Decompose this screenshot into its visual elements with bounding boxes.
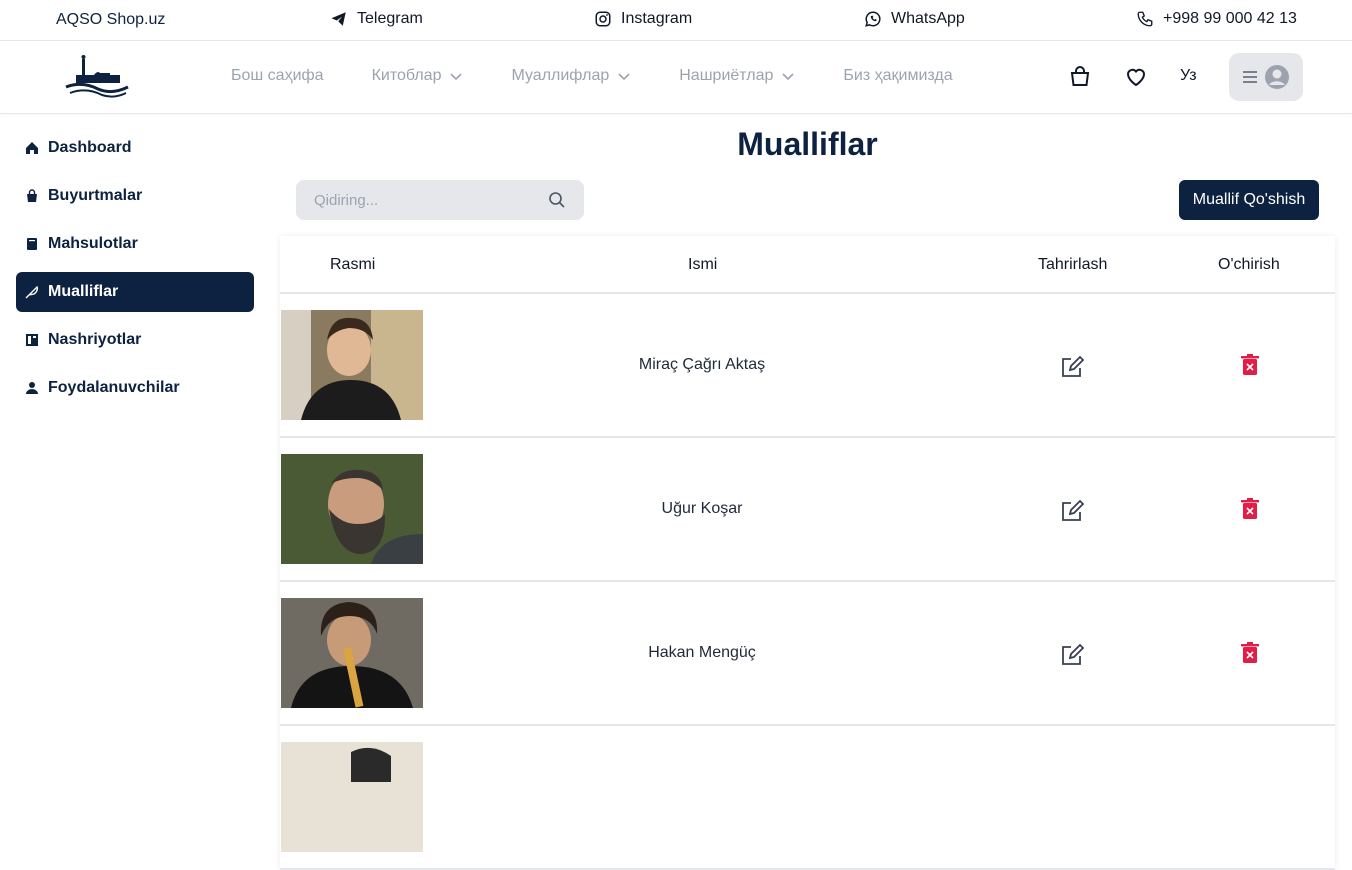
author-photo xyxy=(281,598,423,708)
telegram-link[interactable]: Telegram xyxy=(330,10,423,28)
sidebar-item-publishers[interactable]: Nashriyotlar xyxy=(16,320,254,360)
nav-home-label: Бош саҳифа xyxy=(231,67,324,84)
sidebar-item-label: Buyurtmalar xyxy=(48,187,143,204)
chevron-down-icon xyxy=(618,73,630,81)
edit-icon[interactable] xyxy=(1060,642,1086,668)
publisher-icon xyxy=(26,334,38,346)
avatar-icon xyxy=(1265,65,1289,89)
column-header-name: Ismi xyxy=(688,256,718,273)
nav-authors[interactable]: Муаллифлар xyxy=(511,67,631,85)
nav-home[interactable]: Бош саҳифа xyxy=(231,67,324,85)
instagram-link[interactable]: Instagram xyxy=(594,10,692,28)
edit-icon[interactable] xyxy=(1060,498,1086,524)
sidebar-item-label: Mualliflar xyxy=(48,283,119,300)
user-menu-button[interactable] xyxy=(1229,53,1303,101)
table-header: Rasmi Ismi Tahrirlash O'chirish xyxy=(280,236,1335,294)
phone-icon xyxy=(1137,11,1153,27)
nav-publishers-label: Нашриётлар xyxy=(679,67,774,84)
chevron-down-icon xyxy=(782,73,794,81)
main-nav: Бош саҳифа Китоблар Муаллифлар Нашриётла… xyxy=(231,67,1001,85)
user-icon xyxy=(26,382,38,394)
admin-sidebar: Dashboard Buyurtmalar Mahsulotlar Mualli… xyxy=(16,128,254,416)
page-title: Mualliflar xyxy=(737,126,878,162)
whatsapp-link[interactable]: WhatsApp xyxy=(864,10,965,28)
nav-authors-label: Муаллифлар xyxy=(511,67,610,84)
telegram-label: Telegram xyxy=(357,10,423,27)
sidebar-item-authors[interactable]: Mualliflar xyxy=(16,272,254,312)
table-row: Hakan Mengüç xyxy=(280,582,1335,726)
column-header-delete: O'chirish xyxy=(1218,256,1280,273)
home-icon xyxy=(26,142,38,154)
language-switcher[interactable]: Уз xyxy=(1180,67,1197,85)
nav-books[interactable]: Китоблар xyxy=(372,67,464,85)
author-photo xyxy=(281,454,423,564)
edit-icon[interactable] xyxy=(1060,354,1086,380)
search-icon[interactable] xyxy=(548,191,566,209)
add-author-button[interactable]: Muallif Qo'shish xyxy=(1179,180,1319,220)
sidebar-item-label: Mahsulotlar xyxy=(48,235,138,252)
sidebar-item-products[interactable]: Mahsulotlar xyxy=(16,224,254,264)
table-row: Miraç Çağrı Aktaş xyxy=(280,294,1335,438)
phone-label: +998 99 000 42 13 xyxy=(1163,10,1297,27)
sidebar-item-dashboard[interactable]: Dashboard xyxy=(16,128,254,168)
author-photo xyxy=(281,310,423,420)
author-photo xyxy=(281,742,423,852)
authors-table: Rasmi Ismi Tahrirlash O'chirish Miraç Ça… xyxy=(280,236,1335,870)
delete-icon[interactable] xyxy=(1241,498,1259,520)
menu-icon xyxy=(1243,71,1257,83)
delete-icon[interactable] xyxy=(1241,354,1259,376)
sidebar-item-label: Nashriyotlar xyxy=(48,331,142,348)
nav-publishers[interactable]: Нашриётлар xyxy=(679,67,795,85)
sidebar-item-users[interactable]: Foydalanuvchilar xyxy=(16,368,254,408)
top-bar: AQSO Shop.uz Telegram Instagram WhatsApp… xyxy=(0,0,1352,41)
author-name: Hakan Mengüç xyxy=(648,644,756,661)
chevron-down-icon xyxy=(450,73,463,81)
author-name: Uğur Koşar xyxy=(661,500,743,517)
table-row xyxy=(280,726,1335,870)
delete-icon[interactable] xyxy=(1241,642,1259,664)
table-row: Uğur Koşar xyxy=(280,438,1335,582)
column-header-photo: Rasmi xyxy=(330,256,376,273)
nav-about[interactable]: Биз ҳақимизда xyxy=(843,67,952,85)
brand-link[interactable]: AQSO Shop.uz xyxy=(56,11,165,29)
telegram-icon xyxy=(331,12,346,26)
nav-books-label: Китоблар xyxy=(371,67,442,84)
instagram-icon xyxy=(595,11,611,27)
nav-about-label: Биз ҳақимизда xyxy=(843,67,953,84)
sidebar-item-label: Dashboard xyxy=(48,139,132,156)
instagram-label: Instagram xyxy=(621,10,693,27)
sidebar-item-label: Foydalanuvchilar xyxy=(48,379,180,396)
book-icon xyxy=(27,238,37,250)
cart-icon[interactable] xyxy=(1068,65,1092,89)
whatsapp-icon xyxy=(865,11,881,27)
whatsapp-label: WhatsApp xyxy=(891,10,965,27)
search-input[interactable] xyxy=(314,191,534,209)
author-name: Miraç Çağrı Aktaş xyxy=(638,356,766,373)
column-header-edit: Tahrirlash xyxy=(1038,256,1108,273)
feather-icon xyxy=(25,285,39,299)
site-logo[interactable] xyxy=(62,51,130,103)
search-box xyxy=(296,180,584,220)
heart-icon[interactable] xyxy=(1124,65,1148,89)
main-header: Бош саҳифа Китоблар Муаллифлар Нашриётла… xyxy=(0,41,1352,114)
phone-link[interactable]: +998 99 000 42 13 xyxy=(1136,10,1297,28)
sidebar-item-orders[interactable]: Buyurtmalar xyxy=(16,176,254,216)
bag-icon xyxy=(27,189,37,202)
